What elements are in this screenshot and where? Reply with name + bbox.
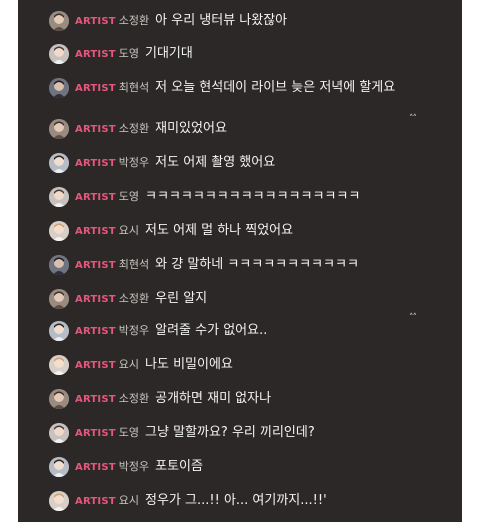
chat-message: ARTIST 박정우 알려줄 수가 없어요.. bbox=[49, 320, 429, 343]
chat-message: ARTIST 소정환 우린 알지 bbox=[49, 288, 429, 311]
chat-message: ARTIST 요시 정우가 그...!! 아... 여기까지...!!' bbox=[49, 490, 429, 513]
message-text: 그냥 말할까요? 우리 끼리인데? bbox=[145, 425, 315, 440]
avatar[interactable] bbox=[49, 321, 69, 341]
avatar[interactable] bbox=[49, 457, 69, 477]
chat-message: ARTIST 요시 저도 어제 멀 하나 찍었어요 bbox=[49, 220, 429, 243]
artist-badge: ARTIST bbox=[75, 326, 116, 337]
chat-message: ARTIST 박정우 포토이즘 bbox=[49, 456, 429, 479]
avatar[interactable] bbox=[49, 423, 69, 443]
message-text: 저도 어제 촬영 했어요 bbox=[155, 155, 276, 170]
sender-name: 도영 bbox=[118, 426, 140, 439]
message-text: 나도 비밀이에요 bbox=[145, 357, 233, 372]
message-text: ㅋㅋㅋㅋㅋㅋㅋㅋㅋㅋㅋㅋㅋㅋㅋㅋㅋㅋ bbox=[145, 189, 361, 204]
sender-name: 소정환 bbox=[118, 14, 150, 27]
chat-message: ARTIST 소정환 아 우리 냉터뷰 나왔잖아 bbox=[49, 10, 429, 33]
chat-message: ARTIST 최현석 저 오늘 현석데이 라이브 늦은 저녁에 할게요 bbox=[49, 77, 429, 100]
chat-message: ARTIST 도영 기대기대 bbox=[49, 43, 429, 66]
chat-message: ARTIST 소정환 공개하면 재미 없자나 bbox=[49, 388, 429, 411]
artist-badge: ARTIST bbox=[75, 16, 116, 27]
artist-badge: ARTIST bbox=[75, 158, 116, 169]
chat-message: ARTIST 도영 그냥 말할까요? 우리 끼리인데? bbox=[49, 422, 429, 445]
sender-name: 최현석 bbox=[118, 258, 150, 271]
message-text: 공개하면 재미 없자나 bbox=[155, 391, 272, 406]
message-text: 우린 알지 bbox=[155, 291, 208, 306]
artist-badge: ARTIST bbox=[75, 428, 116, 439]
sender-name: 소정환 bbox=[118, 392, 150, 405]
chat-frame: ARTIST 소정환 아 우리 냉터뷰 나왔잖아 ARTIST 도영 기대기대 ARTI… bbox=[18, 0, 462, 522]
message-text: 포토이즘 bbox=[155, 459, 203, 474]
message-text: 재미있었어요 bbox=[155, 121, 227, 136]
avatar[interactable] bbox=[49, 153, 69, 173]
artist-badge: ARTIST bbox=[75, 226, 116, 237]
chat-message: ARTIST 요시 나도 비밀이에요 bbox=[49, 354, 429, 377]
artist-badge: ARTIST bbox=[75, 462, 116, 473]
chat-message: ARTIST 박정우 저도 어제 촬영 했어요 bbox=[49, 152, 429, 175]
avatar[interactable] bbox=[49, 187, 69, 207]
sender-name: 소정환 bbox=[118, 122, 150, 135]
avatar[interactable] bbox=[49, 289, 69, 309]
avatar[interactable] bbox=[49, 221, 69, 241]
artist-badge: ARTIST bbox=[75, 124, 116, 135]
message-text: 와 걍 말하네 ㅋㅋㅋㅋㅋㅋㅋㅋㅋㅋㅋ bbox=[155, 257, 359, 272]
message-text: 정우가 그...!! 아... 여기까지...!!' bbox=[145, 493, 327, 508]
artist-badge: ARTIST bbox=[75, 394, 116, 405]
sender-name: 도영 bbox=[118, 190, 140, 203]
avatar[interactable] bbox=[49, 78, 69, 98]
message-text: 알려줄 수가 없어요.. bbox=[155, 323, 268, 338]
sender-name: 요시 bbox=[118, 224, 140, 237]
message-text: 아 우리 냉터뷰 나왔잖아 bbox=[155, 13, 288, 28]
avatar[interactable] bbox=[49, 11, 69, 31]
artist-badge: ARTIST bbox=[75, 360, 116, 371]
avatar[interactable] bbox=[49, 255, 69, 275]
sender-name: 요시 bbox=[118, 494, 140, 507]
chat-message: ARTIST 소정환 재미있었어요 bbox=[49, 118, 429, 141]
avatar[interactable] bbox=[49, 119, 69, 139]
avatar[interactable] bbox=[49, 355, 69, 375]
sender-name: 박정우 bbox=[118, 324, 150, 337]
avatar[interactable] bbox=[49, 491, 69, 511]
artist-badge: ARTIST bbox=[75, 294, 116, 305]
sender-name: 최현석 bbox=[118, 81, 150, 94]
sender-name: 소정환 bbox=[118, 292, 150, 305]
artist-badge: ARTIST bbox=[75, 260, 116, 271]
artist-badge: ARTIST bbox=[75, 49, 116, 60]
sender-name: 박정우 bbox=[118, 156, 150, 169]
sender-name: 요시 bbox=[118, 358, 140, 371]
message-text: 저 오늘 현석데이 라이브 늦은 저녁에 할게요 bbox=[155, 80, 396, 95]
message-text: 저도 어제 멀 하나 찍었어요 bbox=[145, 223, 294, 238]
chat-message: ARTIST 최현석 와 걍 말하네 ㅋㅋㅋㅋㅋㅋㅋㅋㅋㅋㅋ bbox=[49, 254, 429, 277]
sender-name: 박정우 bbox=[118, 460, 150, 473]
chat-message: ARTIST 도영 ㅋㅋㅋㅋㅋㅋㅋㅋㅋㅋㅋㅋㅋㅋㅋㅋㅋㅋ bbox=[49, 186, 429, 209]
avatar[interactable] bbox=[49, 44, 69, 64]
artist-badge: ARTIST bbox=[75, 83, 116, 94]
message-text: 기대기대 bbox=[145, 46, 193, 61]
artist-badge: ARTIST bbox=[75, 496, 116, 507]
avatar[interactable] bbox=[49, 389, 69, 409]
artist-badge: ARTIST bbox=[75, 192, 116, 203]
sender-name: 도영 bbox=[118, 47, 140, 60]
